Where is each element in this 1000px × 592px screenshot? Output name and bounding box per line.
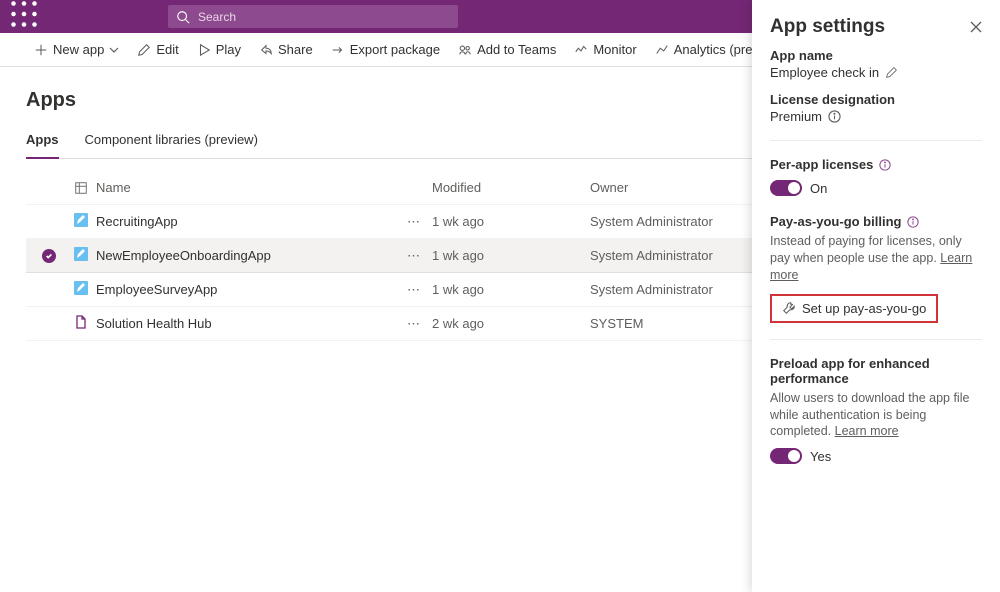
info-icon[interactable]	[907, 216, 919, 228]
per-app-toggle[interactable]	[770, 180, 802, 196]
payg-label: Pay-as-you-go billing	[770, 214, 901, 229]
tab-apps[interactable]: Apps	[26, 132, 59, 159]
per-app-label: Per-app licenses	[770, 157, 873, 172]
info-icon[interactable]	[879, 159, 891, 171]
row-more-icon[interactable]: ⋯	[396, 214, 432, 230]
tab-component-libraries[interactable]: Component libraries (preview)	[85, 132, 258, 158]
per-app-state: On	[810, 181, 827, 196]
edit-label: Edit	[156, 42, 178, 57]
row-name[interactable]: RecruitingApp	[96, 214, 396, 229]
payg-button-label: Set up pay-as-you-go	[802, 301, 926, 316]
wrench-icon	[782, 301, 796, 315]
close-icon[interactable]	[970, 21, 982, 33]
monitor-icon	[574, 43, 588, 57]
analytics-icon	[655, 43, 669, 57]
row-name[interactable]: Solution Health Hub	[96, 316, 396, 331]
monitor-button[interactable]: Monitor	[566, 34, 644, 66]
license-label: License designation	[770, 92, 982, 107]
edit-app-name-icon[interactable]	[885, 66, 898, 79]
divider	[770, 339, 982, 340]
row-modified: 2 wk ago	[432, 316, 590, 331]
play-icon	[197, 43, 211, 57]
plus-icon	[34, 43, 48, 57]
panel-title: App settings	[770, 16, 885, 38]
share-button[interactable]: Share	[251, 34, 321, 66]
col-modified[interactable]: Modified	[432, 180, 590, 195]
preload-state: Yes	[810, 449, 831, 464]
waffle-icon[interactable]	[10, 0, 38, 33]
new-app-button[interactable]: New app	[26, 34, 127, 66]
chevron-down-icon	[109, 45, 119, 55]
app-name-label: App name	[770, 48, 982, 63]
row-more-icon[interactable]: ⋯	[396, 316, 432, 332]
preload-toggle[interactable]	[770, 448, 802, 464]
row-name[interactable]: NewEmployeeOnboardingApp	[96, 248, 396, 263]
field-settings-icon[interactable]	[74, 181, 88, 195]
canvas-app-icon	[73, 212, 89, 231]
add-to-teams-button[interactable]: Add to Teams	[450, 34, 564, 66]
row-modified: 1 wk ago	[432, 248, 590, 263]
export-button[interactable]: Export package	[323, 34, 448, 66]
share-icon	[259, 43, 273, 57]
app-name-value: Employee check in	[770, 65, 879, 80]
play-button[interactable]: Play	[189, 34, 249, 66]
preload-label: Preload app for enhanced performance	[770, 356, 982, 386]
divider	[770, 140, 982, 141]
payg-desc: Instead of paying for licenses, only pay…	[770, 234, 962, 265]
share-label: Share	[278, 42, 313, 57]
search-box[interactable]	[168, 5, 458, 28]
monitor-label: Monitor	[593, 42, 636, 57]
license-value: Premium	[770, 109, 822, 124]
play-label: Play	[216, 42, 241, 57]
export-label: Export package	[350, 42, 440, 57]
canvas-app-icon	[73, 246, 89, 265]
solution-icon	[73, 314, 89, 333]
export-icon	[331, 43, 345, 57]
row-modified: 1 wk ago	[432, 282, 590, 297]
new-app-label: New app	[53, 42, 104, 57]
row-more-icon[interactable]: ⋯	[396, 282, 432, 298]
app-settings-panel: App settings App name Employee check in …	[752, 0, 1000, 592]
set-up-payg-button[interactable]: Set up pay-as-you-go	[770, 294, 938, 323]
search-icon	[176, 10, 190, 24]
row-selected-icon[interactable]	[42, 249, 56, 263]
teams-icon	[458, 43, 472, 57]
row-modified: 1 wk ago	[432, 214, 590, 229]
row-name[interactable]: EmployeeSurveyApp	[96, 282, 396, 297]
canvas-app-icon	[73, 280, 89, 299]
row-more-icon[interactable]: ⋯	[396, 248, 432, 264]
info-icon[interactable]	[828, 110, 841, 123]
edit-button[interactable]: Edit	[129, 34, 186, 66]
search-input[interactable]	[198, 10, 450, 24]
teams-label: Add to Teams	[477, 42, 556, 57]
col-name[interactable]: Name	[96, 180, 396, 195]
preload-learn-more-link[interactable]: Learn more	[835, 424, 899, 438]
pencil-icon	[137, 43, 151, 57]
